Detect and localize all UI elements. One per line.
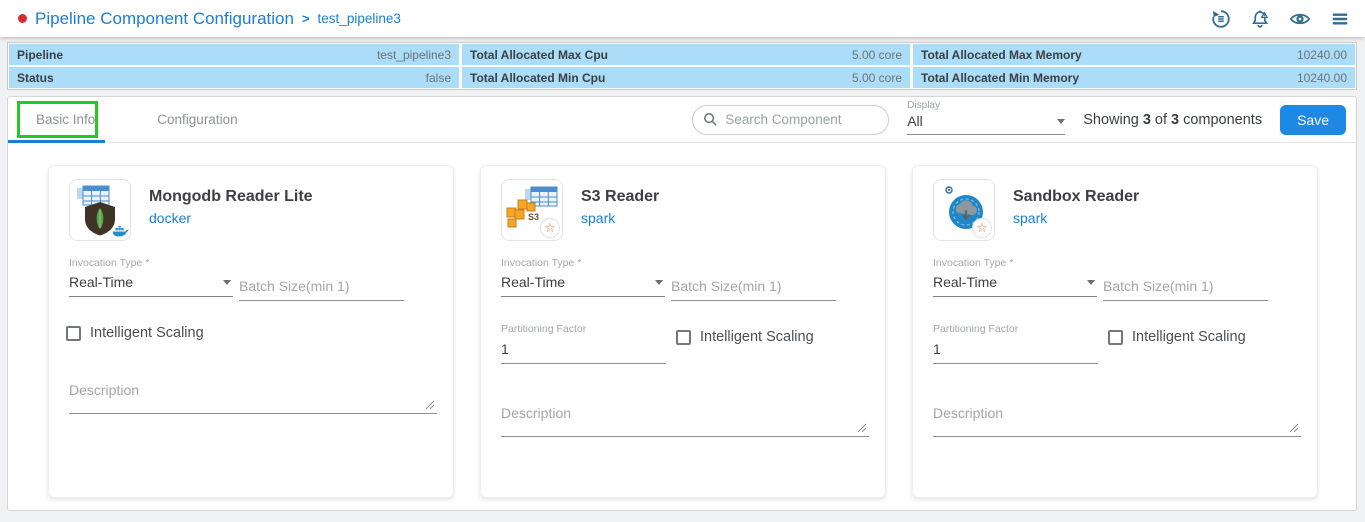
showing-components-count: Showing 3 of 3 components: [1083, 112, 1262, 128]
search-component-box: [692, 105, 889, 135]
summary-label: Status: [17, 71, 54, 85]
intelligent-scaling-label: Intelligent Scaling: [90, 325, 204, 341]
docker-whale-icon: [112, 226, 129, 239]
description-textarea[interactable]: [69, 378, 437, 414]
invocation-type-select[interactable]: Real-Time: [69, 269, 233, 297]
search-icon: [703, 112, 718, 127]
batch-size-input[interactable]: [671, 273, 836, 301]
active-tab-indicator: [8, 140, 105, 143]
invocation-type-label: Invocation Type *: [69, 257, 233, 269]
description-textarea[interactable]: [501, 401, 869, 437]
summary-cell-pipeline: Pipeline test_pipeline3: [9, 44, 459, 65]
partitioning-factor-input[interactable]: [501, 336, 666, 364]
menu-list-icon[interactable]: [1329, 8, 1351, 30]
component-title: Mongodb Reader Lite: [149, 188, 313, 206]
component-card-sandbox-reader: ☆ Sandbox Reader spark Invocation Type *…: [912, 165, 1318, 498]
component-engine: spark: [581, 210, 659, 226]
intelligent-scaling-checkbox[interactable]: [66, 326, 81, 341]
partitioning-factor-label: Partitioning Factor: [933, 323, 1098, 335]
component-title: Sandbox Reader: [1013, 188, 1139, 206]
display-filter-label: Display: [907, 100, 1065, 111]
intelligent-scaling-checkbox[interactable]: [1108, 330, 1123, 345]
component-config-panel: Basic Info Configuration Display All Sho…: [7, 96, 1357, 511]
summary-value: 10240.00: [1297, 71, 1347, 85]
chevron-down-icon: [655, 280, 663, 285]
component-card-mongodb-reader-lite: Mongodb Reader Lite docker Invocation Ty…: [48, 165, 454, 498]
summary-value: 5.00 core: [852, 48, 902, 62]
intelligent-scaling-checkbox[interactable]: [676, 330, 691, 345]
sandbox-spark-icon: ☆: [933, 179, 995, 241]
display-filter-value: All: [907, 113, 923, 129]
batch-size-input[interactable]: [1103, 273, 1268, 301]
intelligent-scaling-label: Intelligent Scaling: [700, 329, 814, 345]
summary-label: Total Allocated Max Memory: [921, 48, 1082, 62]
summary-cell-max-memory: Total Allocated Max Memory 10240.00: [913, 44, 1355, 65]
top-header-bar: Pipeline Component Configuration > test_…: [0, 0, 1365, 37]
summary-cell-max-cpu: Total Allocated Max Cpu 5.00 core: [462, 44, 910, 65]
preview-eye-icon[interactable]: [1288, 8, 1312, 30]
chevron-down-icon: [1087, 280, 1095, 285]
summary-value: 10240.00: [1297, 48, 1347, 62]
chevron-down-icon: [1057, 119, 1065, 124]
s3-spark-icon: S3 ☆: [501, 179, 563, 241]
summary-value: false: [426, 71, 451, 85]
component-engine: spark: [1013, 210, 1139, 226]
summary-label: Total Allocated Min Cpu: [470, 71, 605, 85]
alerts-bell-icon[interactable]: [1249, 8, 1271, 30]
history-icon[interactable]: [1210, 8, 1232, 30]
chevron-down-icon: [223, 280, 231, 285]
summary-label: Total Allocated Min Memory: [921, 71, 1079, 85]
invocation-type-select[interactable]: Real-Time: [501, 269, 665, 297]
mongodb-docker-icon: [69, 179, 131, 241]
page-title: Pipeline Component Configuration: [35, 9, 294, 29]
summary-cell-status: Status false: [9, 67, 459, 88]
intelligent-scaling-label: Intelligent Scaling: [1132, 329, 1246, 345]
partitioning-factor-input[interactable]: [933, 336, 1098, 364]
status-dot-icon: [18, 14, 27, 23]
save-button[interactable]: Save: [1280, 105, 1346, 135]
invocation-type-label: Invocation Type *: [933, 257, 1097, 269]
summary-label: Total Allocated Max Cpu: [470, 48, 608, 62]
invocation-type-value: Real-Time: [501, 274, 565, 290]
partitioning-factor-label: Partitioning Factor: [501, 323, 666, 335]
component-engine: docker: [149, 210, 313, 226]
summary-value: 5.00 core: [852, 71, 902, 85]
component-title: S3 Reader: [581, 188, 659, 206]
description-textarea[interactable]: [933, 401, 1301, 437]
spark-star-badge: ☆: [540, 218, 560, 238]
display-filter-dropdown[interactable]: Display All: [907, 100, 1065, 135]
spark-star-badge: ☆: [972, 218, 992, 238]
summary-row: Status false Total Allocated Min Cpu 5.0…: [9, 67, 1355, 88]
summary-label: Pipeline: [17, 48, 63, 62]
invocation-type-value: Real-Time: [69, 274, 133, 290]
component-card-s3-reader: S3 ☆ S3 Reader spark Invocation Type * R…: [480, 165, 886, 498]
tab-basic-info[interactable]: Basic Info: [36, 112, 95, 127]
invocation-type-select[interactable]: Real-Time: [933, 269, 1097, 297]
summary-cell-min-memory: Total Allocated Min Memory 10240.00: [913, 67, 1355, 88]
tab-configuration[interactable]: Configuration: [157, 112, 237, 127]
invocation-type-value: Real-Time: [933, 274, 997, 290]
pipeline-summary-table: Pipeline test_pipeline3 Total Allocated …: [7, 42, 1357, 90]
tab-bar: Basic Info Configuration Display All Sho…: [8, 97, 1356, 143]
summary-value: test_pipeline3: [377, 48, 451, 62]
breadcrumb-pipeline-name[interactable]: test_pipeline3: [318, 11, 401, 26]
breadcrumb-chevron-icon: >: [302, 11, 310, 26]
summary-row: Pipeline test_pipeline3 Total Allocated …: [9, 44, 1355, 65]
search-component-input[interactable]: [725, 112, 875, 127]
batch-size-input[interactable]: [239, 273, 404, 301]
summary-cell-min-cpu: Total Allocated Min Cpu 5.00 core: [462, 67, 910, 88]
invocation-type-label: Invocation Type *: [501, 257, 665, 269]
